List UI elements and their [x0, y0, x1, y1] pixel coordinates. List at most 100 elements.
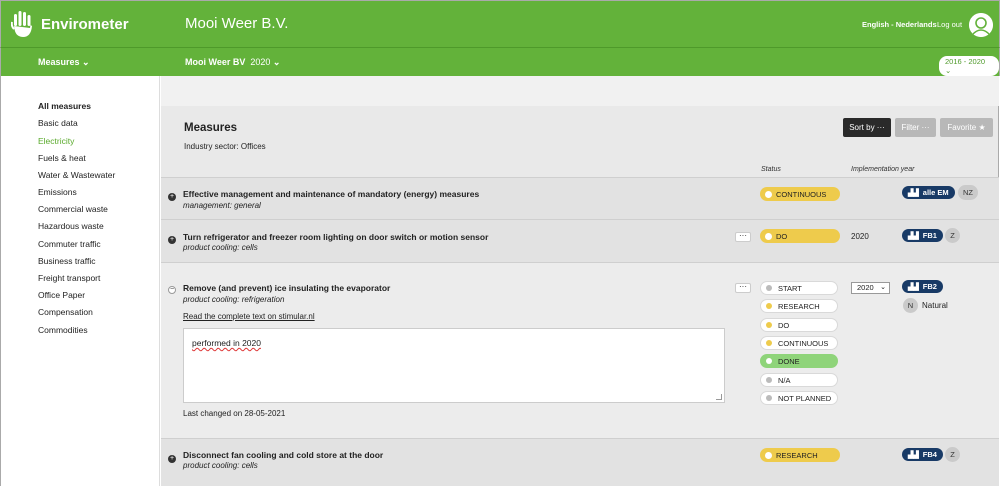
hand-logo-icon — [10, 10, 35, 38]
measure-title[interactable]: Turn refrigerator and freezer room light… — [183, 232, 488, 242]
measure-tag[interactable]: ▟▟ FB2 — [902, 280, 943, 293]
sort-button[interactable]: Sort by ··· — [843, 118, 891, 137]
sidebar-item-business-traffic[interactable]: Business traffic — [38, 256, 95, 266]
status-option-na[interactable]: N/A — [760, 373, 838, 387]
note-text: performed in 2020 — [192, 338, 261, 348]
tag-label: FB4 — [922, 450, 937, 459]
status-label: RESEARCH — [776, 450, 818, 460]
year-range-label: 2016 - 2020 — [945, 57, 986, 66]
measure-tag[interactable]: ▟▟ FB1 — [902, 229, 943, 242]
main-content: Measures Industry sector: Offices Sort b… — [161, 76, 999, 486]
chevron-down-icon: ⌄ — [880, 284, 886, 291]
more-options-button[interactable]: ··· — [735, 232, 751, 242]
status-option-continuous[interactable]: CONTINUOUS — [760, 336, 838, 350]
factory-icon: ▟▟ — [908, 283, 919, 291]
measure-row: + Disconnect fan cooling and cold store … — [161, 438, 999, 486]
tag-label: alle EM — [922, 188, 949, 197]
lang-separator: - — [889, 20, 896, 29]
resize-handle-icon[interactable] — [716, 394, 722, 400]
app-logo[interactable]: Envirometer — [10, 10, 129, 38]
status-option-label: CONTINUOUS — [778, 338, 829, 348]
chevron-down-icon: ⌄ — [272, 57, 281, 67]
category-chip: N — [903, 298, 918, 313]
sidebar-item-commuter-traffic[interactable]: Commuter traffic — [38, 239, 101, 249]
status-option-not-planned[interactable]: NOT PLANNED — [760, 391, 838, 405]
sidebar-item-office-paper[interactable]: Office Paper — [38, 290, 85, 300]
sidebar-item-hazardous-waste[interactable]: Hazardous waste — [38, 221, 104, 231]
filter-button[interactable]: Filter ··· — [895, 118, 936, 137]
year-range-selector[interactable]: 2016 - 2020 ⌄ — [939, 56, 999, 76]
note-textarea[interactable]: performed in 2020 — [183, 328, 725, 403]
status-option-label: DONE — [778, 356, 800, 366]
measure-title[interactable]: Effective management and maintenance of … — [183, 189, 479, 199]
measure-row: + Turn refrigerator and freezer room lig… — [161, 219, 999, 262]
status-dot-icon — [766, 303, 772, 309]
expand-icon[interactable]: + — [168, 193, 176, 201]
measure-category: product cooling: refrigeration — [183, 295, 285, 304]
measures-menu-label: Measures — [38, 57, 80, 67]
chevron-down-icon: ⌄ — [82, 57, 90, 67]
tag-label: FB1 — [922, 231, 937, 240]
star-icon: ★ — [978, 123, 986, 132]
status-option-research[interactable]: RESEARCH — [760, 299, 838, 313]
status-option-do[interactable]: DO — [760, 318, 838, 332]
status-dot-icon — [766, 358, 772, 364]
status-dot-icon — [766, 377, 772, 383]
factory-icon: ▟▟ — [908, 232, 919, 240]
status-option-start[interactable]: START — [760, 281, 838, 295]
measure-title[interactable]: Disconnect fan cooling and cold store at… — [183, 450, 383, 460]
status-option-label: START — [778, 283, 802, 293]
status-option-label: DO — [778, 320, 790, 330]
favorite-button[interactable]: Favorite ★ — [940, 118, 993, 137]
sidebar-item-commercial-waste[interactable]: Commercial waste — [38, 204, 108, 214]
organization-selector[interactable]: Mooi Weer BV 2020 ⌄ — [185, 57, 280, 68]
lang-dutch[interactable]: Nederlands — [896, 20, 937, 29]
measure-tag[interactable]: ▟▟ FB4 — [902, 448, 943, 461]
status-option-label: RESEARCH — [778, 301, 820, 311]
main-top-strip — [161, 76, 999, 106]
expand-icon[interactable]: + — [168, 455, 176, 463]
expand-icon[interactable]: + — [168, 236, 176, 244]
sidebar-item-electricity[interactable]: Electricity — [38, 136, 74, 146]
status-dot-icon — [766, 340, 772, 346]
user-avatar[interactable] — [969, 13, 993, 37]
year-select[interactable]: 2020 ⌄ — [851, 282, 890, 294]
factory-icon: ▟▟ — [908, 451, 919, 459]
more-options-button[interactable]: ··· — [735, 283, 751, 293]
logout-link[interactable]: Log out — [937, 20, 962, 29]
last-changed: Last changed on 28-05-2021 — [183, 409, 286, 418]
sub-nav-bar: Measures ⌄ Mooi Weer BV 2020 ⌄ 2016 - 20… — [0, 47, 1000, 76]
status-option-done[interactable]: DONE — [760, 354, 838, 368]
sidebar-item-basic-data[interactable]: Basic data — [38, 118, 78, 128]
app-name: Envirometer — [41, 15, 129, 33]
collapse-icon[interactable]: − — [168, 286, 176, 294]
measures-menu[interactable]: Measures ⌄ — [38, 57, 90, 68]
read-full-text-link[interactable]: Read the complete text on stimular.nl — [183, 312, 315, 321]
sidebar-item-commodities[interactable]: Commodities — [38, 325, 88, 335]
measure-title[interactable]: Remove (and prevent) ice insulating the … — [183, 283, 390, 293]
measure-category: management: general — [183, 201, 261, 210]
status-badge[interactable]: DO — [760, 229, 840, 243]
status-badge[interactable]: RESEARCH — [760, 448, 840, 462]
status-label: CONTINUOUS — [776, 189, 827, 199]
category-chip-label: Natural — [922, 301, 948, 310]
status-column-header: Status — [761, 166, 781, 173]
sidebar-item-water[interactable]: Water & Wastewater — [38, 170, 115, 180]
organization-label: Mooi Weer BV — [185, 57, 246, 67]
sidebar-item-fuels-heat[interactable]: Fuels & heat — [38, 153, 86, 163]
status-dot-icon — [766, 285, 772, 291]
measure-category: product cooling: cells — [183, 243, 258, 252]
measure-tag[interactable]: ▟▟ alle EM — [902, 186, 955, 199]
industry-sector: Industry sector: Offices — [184, 142, 266, 151]
lang-english[interactable]: English — [862, 20, 889, 29]
sidebar-item-emissions[interactable]: Emissions — [38, 187, 77, 197]
sidebar-item-freight-transport[interactable]: Freight transport — [38, 273, 100, 283]
language-switch: English - Nederlands — [862, 20, 937, 29]
status-badge[interactable]: CONTINUOUS — [760, 187, 840, 201]
status-dot-icon — [765, 232, 772, 240]
sidebar-item-compensation[interactable]: Compensation — [38, 307, 93, 317]
sidebar-item-all-measures[interactable]: All measures — [38, 101, 91, 111]
status-dot-icon — [766, 395, 772, 401]
measure-row: + Effective management and maintenance o… — [161, 177, 999, 219]
status-dot-icon — [766, 322, 772, 328]
